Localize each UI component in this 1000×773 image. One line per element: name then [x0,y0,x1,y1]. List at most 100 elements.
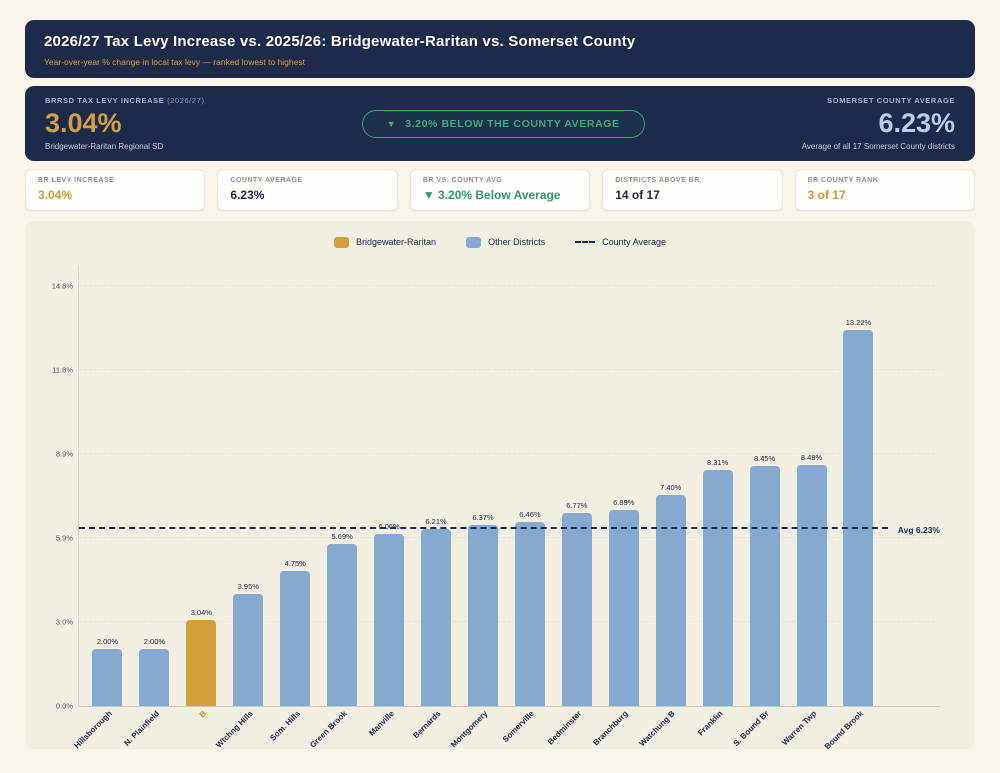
x-axis-category-label: Manville [367,709,396,738]
stat-cards-row: BR LEVY INCREASE 3.04% COUNTY AVERAGE 6.23%… [25,169,975,211]
bar-green-brook: 5.69% [327,544,357,706]
y-axis-tick-2: 5.9% [56,533,73,542]
bar-slot-14: 8.45%S. Bound Br [741,265,788,706]
page-subtitle: Year-over-year % change in local tax lev… [44,57,956,67]
stat-card-4: BR COUNTY RANK3 of 17 [795,169,975,211]
bar-value-label: 3.95% [238,582,259,591]
bar-slot-16: 13.22%Bound Brook [835,265,882,706]
x-axis-category-label: Somerville [501,709,536,744]
stat-card-value: 14 of 17 [615,188,769,202]
legend-item-0: Bridgewater-Raritan [334,237,436,248]
stat-card-label: DISTRICTS ABOVE BR [615,177,769,184]
x-axis-category-label: Watchung B [638,709,677,748]
bar-wtchng-hills: 3.95% [233,594,263,706]
dashboard-page: 2026/27 Tax Levy Increase vs. 2025/26: B… [0,0,1000,773]
bar-value-label: 6.21% [425,517,446,526]
x-axis-category-label: N. Plainfield [122,709,161,748]
bar-value-label: 13.22% [846,318,871,327]
bar-b: 3.04% [186,620,216,706]
brrsd-value: 3.04% [45,108,205,139]
summary-band: BRRSD TAX LEVY INCREASE (2026/27) 3.04% … [25,86,975,161]
below-average-badge-text: 3.20% BELOW THE COUNTY AVERAGE [405,118,619,130]
bar-value-label: 6.37% [472,513,493,522]
legend-item-2: County Average [575,237,666,247]
bar-montgomery: 6.37% [468,525,498,706]
legend-label: County Average [602,237,666,247]
bar-branchburg: 6.89% [609,510,639,706]
bar-s-bound-br: 8.45% [750,466,780,706]
bar-somerville: 6.46% [515,522,545,706]
bar-slot-4: 4.75%Som. Hills [272,265,319,706]
bar-slot-11: 6.89%Branchburg [600,265,647,706]
bar-warren-twp: 8.48% [797,465,827,706]
stat-card-label: COUNTY AVERAGE [230,177,384,184]
plot-area: 0.0%3.0%5.9%8.9%11.8%14.8%2.00%Hillsboro… [78,265,940,707]
stat-card-0: BR LEVY INCREASE 3.04% [25,169,205,211]
bar-slot-15: 8.48%Warren Twp [788,265,835,706]
stat-card-label: BR LEVY INCREASE [38,177,192,184]
bar-slot-1: 2.00%N. Plainfield [131,265,178,706]
county-average-line [79,527,888,529]
bar-value-label: 3.04% [191,608,212,617]
bar-slot-0: 2.00%Hillsborough [84,265,131,706]
chart-panel: Bridgewater-Raritan Other Districts County… [25,221,975,749]
bar-slot-2: 3.04%B [178,265,225,706]
y-axis-tick-3: 8.9% [56,449,73,458]
bar-value-label: 6.46% [519,510,540,519]
stat-card-2: BR VS. COUNTY AVG▼ 3.20% Below Average [410,169,590,211]
stat-card-1: COUNTY AVERAGE 6.23% [217,169,397,211]
bar-som-hills: 4.75% [280,571,310,706]
plot-canvas: 0.0%3.0%5.9%8.9%11.8%14.8%2.00%Hillsboro… [78,265,940,707]
below-average-badge: ▼ 3.20% BELOW THE COUNTY AVERAGE [362,110,645,138]
bar-franklin: 8.31% [703,470,733,706]
legend-dash-icon [575,241,595,243]
legend-label: Other Districts [488,237,545,247]
page-title: 2026/27 Tax Levy Increase vs. 2025/26: B… [44,33,956,50]
stat-card-3: DISTRICTS ABOVE BR 14 of 17 [602,169,782,211]
bar-value-label: 2.00% [97,637,118,646]
down-triangle-icon: ▼ [387,119,397,129]
bar-value-label: 7.40% [660,483,681,492]
y-axis-tick-0: 0.0% [56,702,73,711]
x-axis-category-label: Hillsborough [73,709,114,750]
bar-bernards: 6.21% [421,529,451,706]
x-axis-category-label: B [197,709,207,719]
x-axis-category-label: Som. Hills [268,709,302,743]
bar-manville: 6.06% [374,534,404,706]
bar-slot-12: 7.40%Watchung B [647,265,694,706]
bar-n-plainfield: 2.00% [139,649,169,706]
stat-card-label: BR VS. COUNTY AVG [423,177,577,184]
bar-slot-13: 8.31%Franklin [694,265,741,706]
stat-card-value: 6.23% [230,188,384,202]
header-banner: 2026/27 Tax Levy Increase vs. 2025/26: B… [25,20,975,78]
bar-value-label: 4.75% [285,559,306,568]
x-axis-category-label: Branchburg [592,709,630,747]
x-axis-category-label: S. Bound Br [732,709,771,748]
y-axis-tick-5: 14.8% [52,281,73,290]
bar-value-label: 8.48% [801,453,822,462]
legend-label: Bridgewater-Raritan [356,237,436,247]
bars-container: 2.00%Hillsborough2.00%N. Plainfield3.04%… [84,265,882,706]
bar-value-label: 5.69% [332,532,353,541]
bar-slot-8: 6.37%Montgomery [460,265,507,706]
stat-card-value: 3.04% [38,188,192,202]
brrsd-label: BRRSD TAX LEVY INCREASE (2026/27) [45,96,205,105]
x-axis-category-label: Montgomery [449,709,489,749]
brrsd-caption: Bridgewater-Raritan Regional SD [45,142,205,151]
county-average-label: Avg 6.23% [898,525,940,535]
stat-card-label: BR COUNTY RANK [808,177,962,184]
bar-bound-brook: 13.22% [843,330,873,706]
legend-item-1: Other Districts [466,237,545,248]
legend-swatch-icon [466,237,481,248]
bar-slot-6: 6.06%Manville [366,265,413,706]
x-axis-category-label: Warren Twp [780,709,818,747]
bar-value-label: 6.89% [613,498,634,507]
chart-legend: Bridgewater-Raritan Other Districts County… [25,233,975,251]
x-axis-category-label: Wtchng Hills [214,709,255,750]
x-axis-category-label: Bedminster [546,709,583,746]
bar-slot-5: 5.69%Green Brook [319,265,366,706]
brrsd-summary: BRRSD TAX LEVY INCREASE (2026/27) 3.04% … [45,96,205,151]
county-caption: Average of all 17 Somerset County distri… [802,142,955,151]
brrsd-label-text: BRRSD TAX LEVY INCREASE [45,96,164,105]
bar-value-label: 8.45% [754,454,775,463]
